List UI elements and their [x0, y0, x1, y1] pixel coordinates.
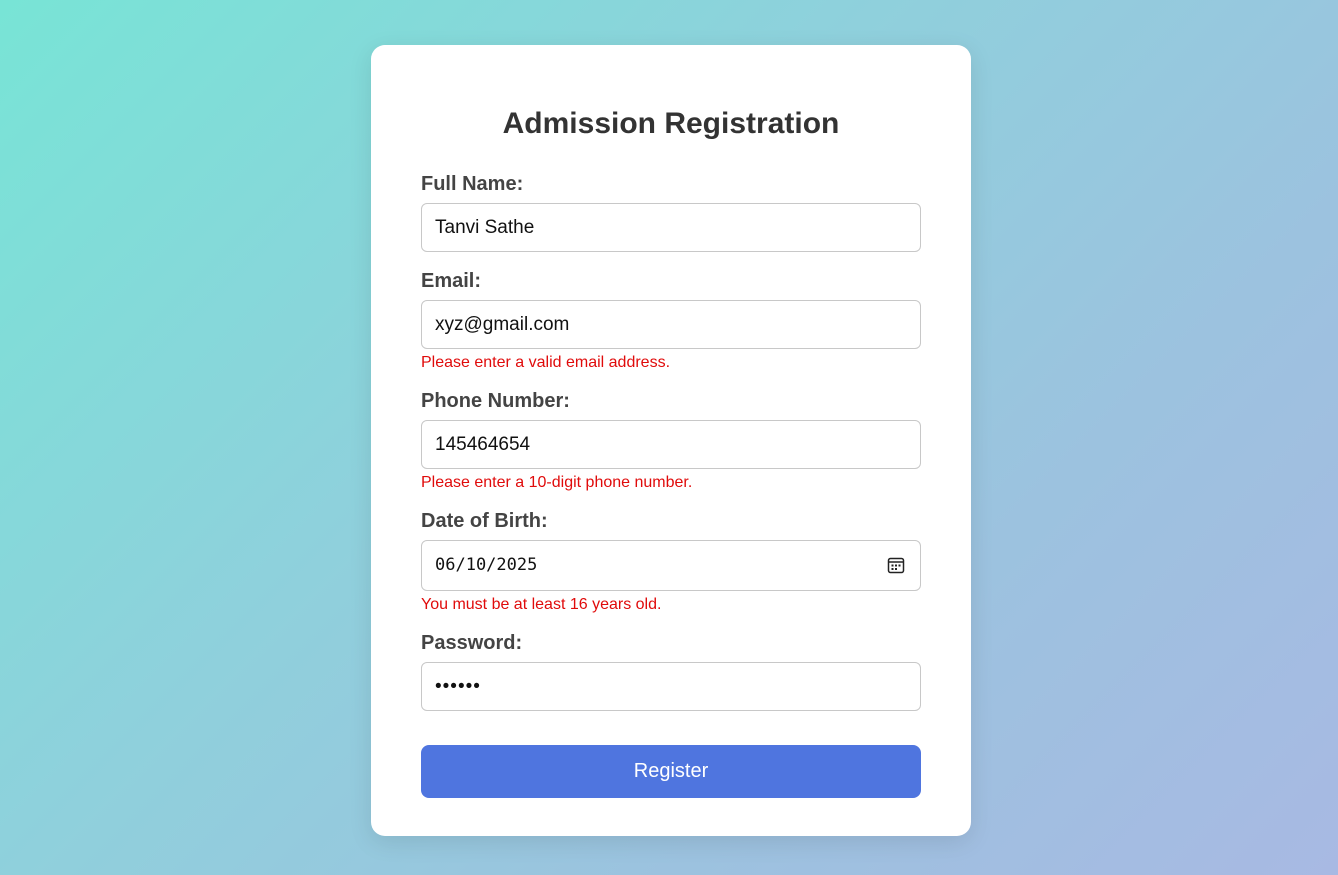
full-name-group: Full Name: Tanvi Sathe — [421, 172, 921, 252]
phone-label: Phone Number: — [421, 390, 570, 412]
dob-value: 06/10/2025 — [435, 555, 538, 575]
registration-card: Admission Registration Full Name: Tanvi … — [371, 45, 971, 836]
password-group: Password: •••••• — [421, 631, 921, 711]
phone-input[interactable]: 145464654 — [421, 420, 921, 469]
email-error-message: Please enter a valid email address. — [421, 354, 671, 371]
dob-group: Date of Birth: 06/10/2025 You must be at… — [421, 509, 921, 614]
email-group: Email: xyz@gmail.com Please enter a vali… — [421, 269, 921, 372]
dob-label: Date of Birth: — [421, 510, 548, 532]
dob-input[interactable]: 06/10/2025 — [421, 540, 921, 591]
phone-group: Phone Number: 145464654 Please enter a 1… — [421, 389, 921, 492]
page-title: Admission Registration — [502, 107, 840, 140]
email-input[interactable]: xyz@gmail.com — [421, 300, 921, 349]
email-label: Email: — [421, 270, 482, 292]
calendar-icon[interactable] — [887, 556, 905, 574]
password-label: Password: — [421, 632, 523, 654]
phone-error-message: Please enter a 10-digit phone number. — [421, 474, 693, 491]
dob-error-message: You must be at least 16 years old. — [421, 596, 662, 613]
register-button[interactable]: Register — [421, 745, 921, 798]
password-input[interactable]: •••••• — [421, 662, 921, 711]
full-name-input[interactable]: Tanvi Sathe — [421, 203, 921, 252]
full-name-label: Full Name: — [421, 173, 524, 195]
